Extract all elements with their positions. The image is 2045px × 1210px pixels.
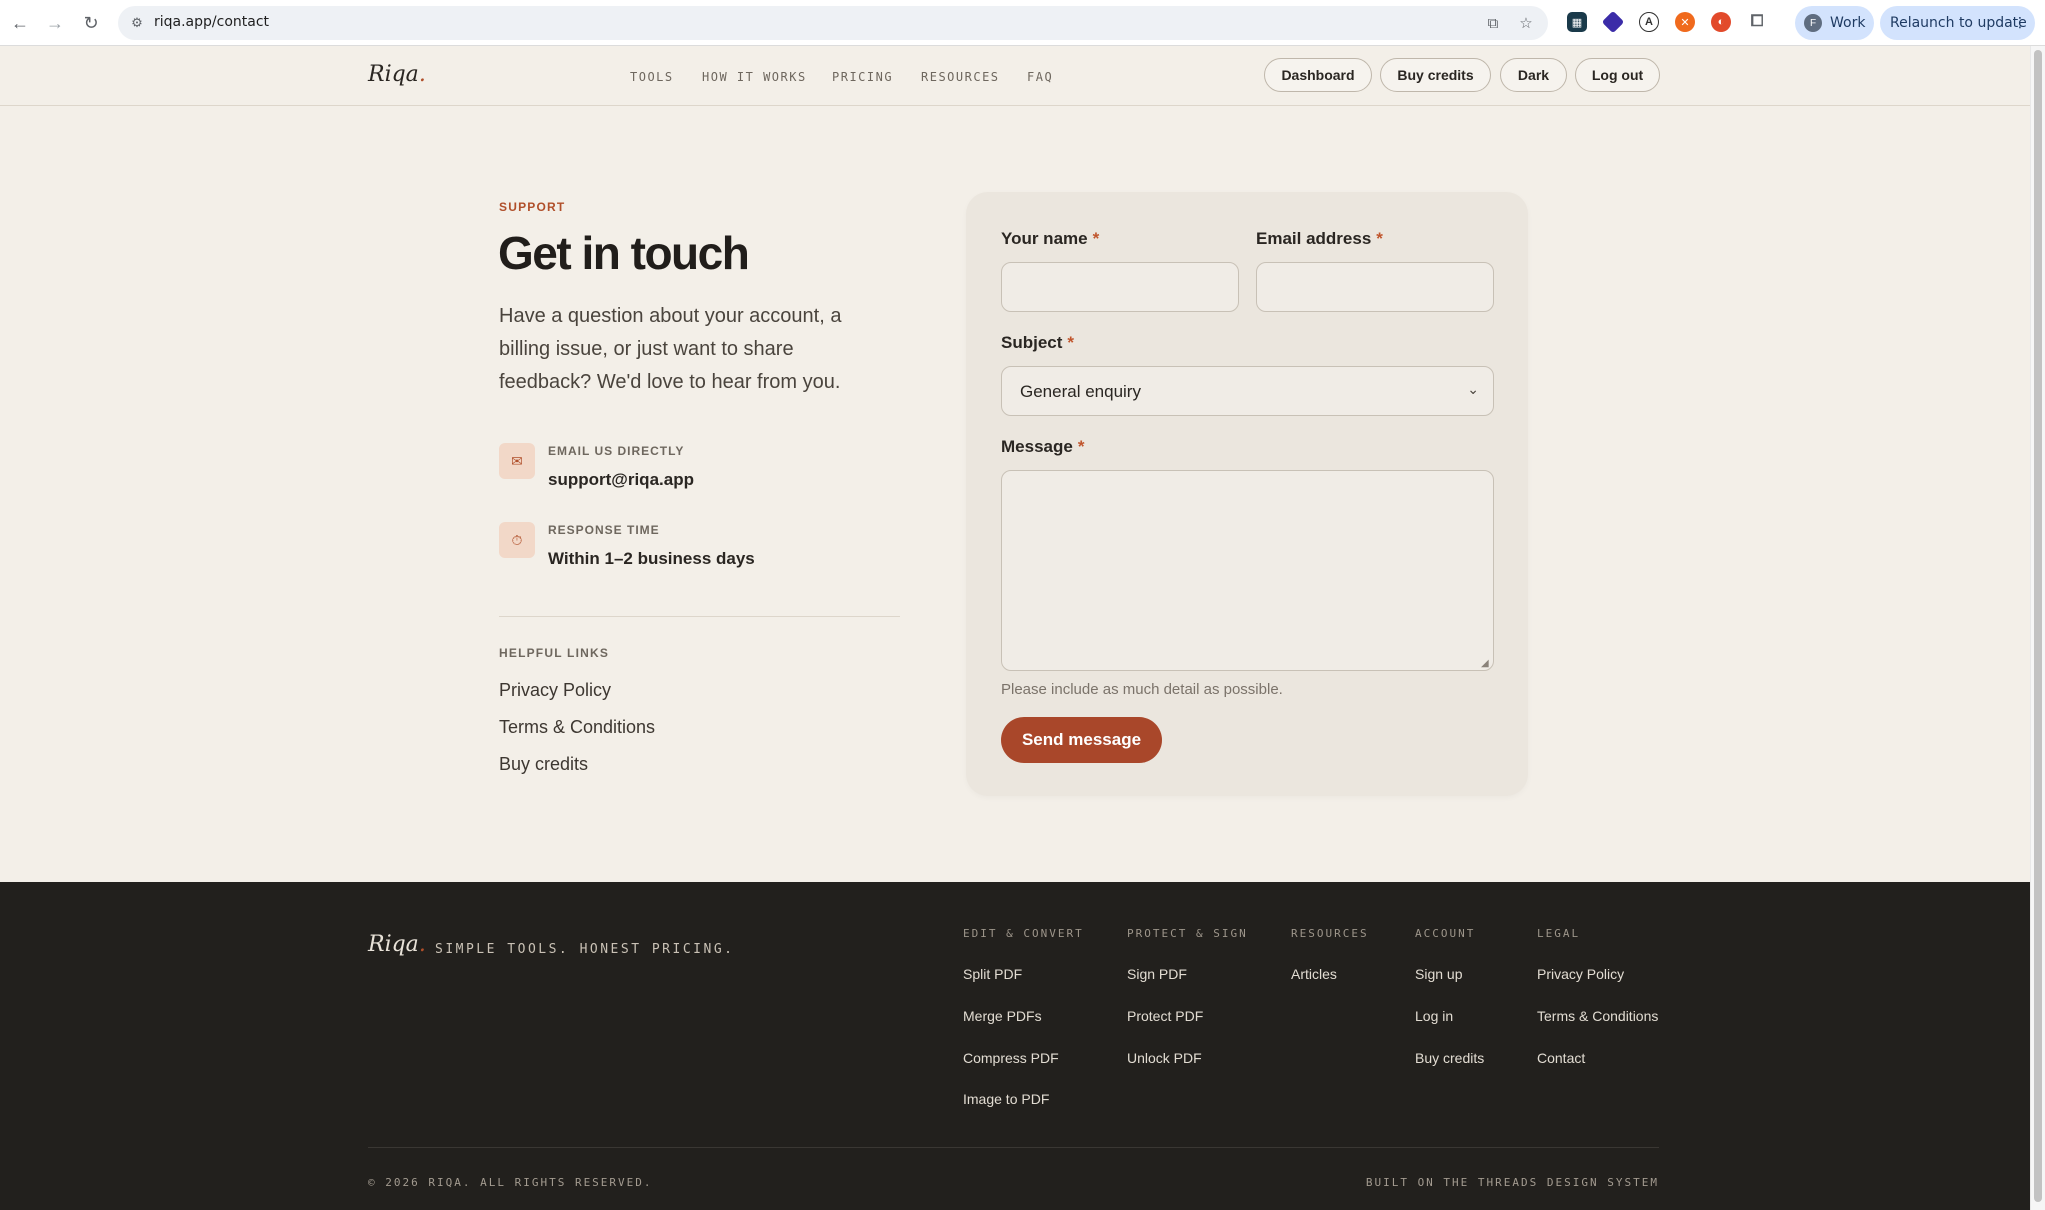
response-time-value: Within 1–2 business days [548, 549, 755, 568]
extension-grid-icon[interactable]: ▦ [1567, 12, 1587, 32]
relaunch-label: Relaunch to update [1890, 15, 2027, 31]
relaunch-button[interactable]: Relaunch to update ⋮ [1880, 6, 2035, 40]
message-hint: Please include as much detail as possibl… [1001, 681, 1283, 698]
nav-pricing[interactable]: PRICING [832, 70, 893, 84]
profile-button[interactable]: F Work [1795, 6, 1874, 40]
name-label: Your name * [1001, 229, 1100, 248]
footer-link-compress-pdf[interactable]: Compress PDF [963, 1050, 1059, 1066]
url-text[interactable]: riqa.app/contact [154, 14, 269, 30]
install-app-icon[interactable]: ⧉ [1483, 13, 1503, 33]
send-message-button[interactable]: Send message [1001, 717, 1162, 763]
footer-col-account-title: ACCOUNT [1415, 927, 1476, 940]
dashboard-button[interactable]: Dashboard [1264, 58, 1372, 92]
reload-icon[interactable]: ↻ [79, 11, 103, 35]
site-footer: Riqa. SIMPLE TOOLS. HONEST PRICING. EDIT… [0, 882, 2030, 1210]
extensions-puzzle-icon[interactable]: ⧠ [1747, 12, 1767, 32]
email-field-label: Email address * [1256, 229, 1383, 248]
page-title: Get in touch [498, 227, 750, 279]
back-icon[interactable]: ← [8, 11, 32, 35]
message-textarea[interactable] [1001, 470, 1494, 671]
subject-select[interactable]: General enquiry ⌄ [1001, 366, 1494, 416]
footer-divider [368, 1147, 1659, 1148]
browser-toolbar: ← → ↻ ⚙ riqa.app/contact ⧉ ☆ ▦ A ✕ ◐ ⧠ F… [0, 0, 2045, 46]
dark-mode-button[interactable]: Dark [1500, 58, 1567, 92]
footer-link-merge-pdfs[interactable]: Merge PDFs [963, 1008, 1042, 1024]
more-menu-icon[interactable]: ⋮ [2013, 14, 2027, 31]
subject-value: General enquiry [1020, 382, 1141, 401]
site-logo[interactable]: Riqa. [368, 62, 426, 87]
message-label: Message * [1001, 437, 1085, 456]
copyright-text: © 2026 RIQA. ALL RIGHTS RESERVED. [368, 1176, 653, 1189]
chevron-down-icon: ⌄ [1467, 381, 1479, 397]
footer-logo[interactable]: Riqa. [368, 932, 426, 957]
terms-link[interactable]: Terms & Conditions [499, 717, 655, 738]
footer-col-resources-title: RESOURCES [1291, 927, 1369, 940]
nav-how-it-works[interactable]: HOW IT WORKS [702, 70, 807, 84]
footer-link-split-pdf[interactable]: Split PDF [963, 966, 1022, 982]
footer-col-edit-convert-title: EDIT & CONVERT [963, 927, 1084, 940]
footer-link-protect-pdf[interactable]: Protect PDF [1127, 1008, 1203, 1024]
footer-link-sign-pdf[interactable]: Sign PDF [1127, 966, 1187, 982]
log-out-button[interactable]: Log out [1575, 58, 1660, 92]
email-input[interactable] [1256, 262, 1494, 312]
footer-link-image-to-pdf[interactable]: Image to PDF [963, 1091, 1049, 1107]
support-email[interactable]: support@riqa.app [548, 470, 694, 490]
profile-label: Work [1830, 15, 1866, 31]
site-settings-icon[interactable]: ⚙ [128, 14, 146, 32]
footer-link-unlock-pdf[interactable]: Unlock PDF [1127, 1050, 1202, 1066]
footer-link-contact[interactable]: Contact [1537, 1050, 1585, 1066]
footer-link-buy-credits[interactable]: Buy credits [1415, 1050, 1484, 1066]
footer-link-terms[interactable]: Terms & Conditions [1537, 1008, 1658, 1024]
built-on-text: BUILT ON THE THREADS DESIGN SYSTEM [1365, 1176, 1659, 1189]
section-eyebrow: SUPPORT [499, 200, 566, 214]
buy-credits-link[interactable]: Buy credits [499, 754, 588, 775]
extension-diamond-icon[interactable] [1601, 10, 1625, 34]
page-scrollbar[interactable] [2030, 46, 2045, 1210]
nav-resources[interactable]: RESOURCES [921, 70, 1000, 84]
envelope-icon: ✉ [499, 443, 535, 479]
extension-fire-icon[interactable]: ◐ [1711, 12, 1731, 32]
buy-credits-button[interactable]: Buy credits [1380, 58, 1491, 92]
footer-link-sign-up[interactable]: Sign up [1415, 966, 1462, 982]
forward-icon[interactable]: → [43, 11, 67, 35]
footer-link-privacy-policy[interactable]: Privacy Policy [1537, 966, 1624, 982]
response-time-label: RESPONSE TIME [548, 523, 660, 537]
extension-a-icon[interactable]: A [1639, 12, 1659, 32]
footer-col-protect-sign-title: PROTECT & SIGN [1127, 927, 1248, 940]
name-input[interactable] [1001, 262, 1239, 312]
email-label: EMAIL US DIRECTLY [548, 444, 685, 458]
nav-faq[interactable]: FAQ [1027, 70, 1053, 84]
profile-avatar: F [1804, 14, 1822, 32]
privacy-policy-link[interactable]: Privacy Policy [499, 680, 611, 701]
subject-label: Subject * [1001, 333, 1075, 352]
site-header: Riqa. TOOLS HOW IT WORKS PRICING RESOURC… [0, 46, 2030, 106]
footer-link-articles[interactable]: Articles [1291, 966, 1337, 982]
extension-orange-icon[interactable]: ✕ [1675, 12, 1695, 32]
footer-col-legal-title: LEGAL [1537, 927, 1581, 940]
nav-tools[interactable]: TOOLS [630, 70, 674, 84]
footer-link-log-in[interactable]: Log in [1415, 1008, 1453, 1024]
address-bar[interactable]: ⚙ riqa.app/contact ⧉ ☆ [118, 6, 1548, 40]
helpful-links-label: HELPFUL LINKS [499, 646, 610, 660]
bookmark-star-icon[interactable]: ☆ [1516, 13, 1536, 33]
scrollbar-thumb[interactable] [2034, 50, 2042, 1202]
footer-tagline: SIMPLE TOOLS. HONEST PRICING. [435, 942, 735, 957]
clock-icon: ⏱ [499, 522, 535, 558]
intro-text: Have a question about your account, a bi… [499, 305, 842, 393]
divider [499, 616, 900, 617]
resize-grip-icon[interactable]: ◢ [1481, 658, 1489, 669]
